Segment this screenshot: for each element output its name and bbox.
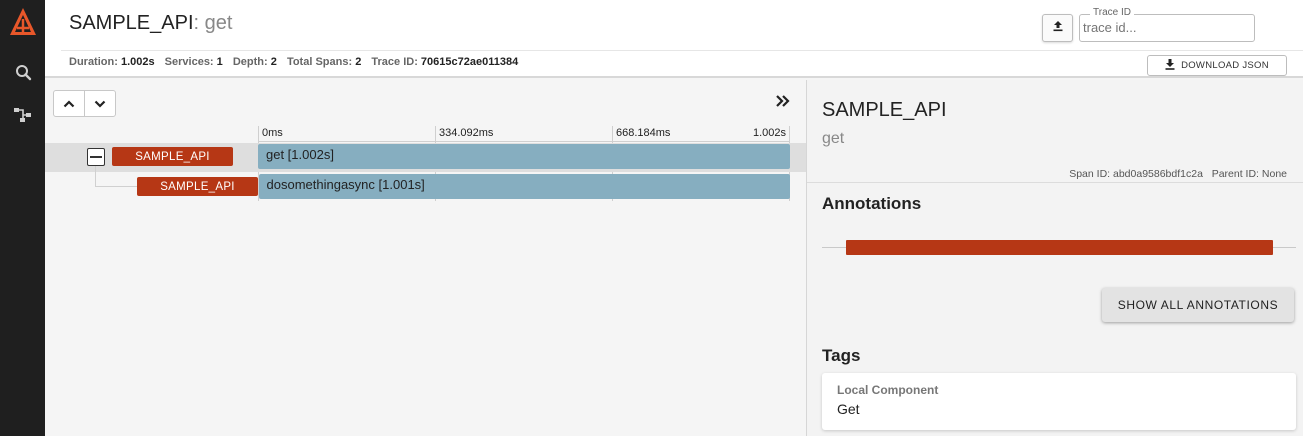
span-ids: Span ID: abd0a9586bdf1c2a Parent ID: Non… bbox=[1069, 168, 1287, 180]
tag-key: Local Component bbox=[837, 383, 939, 397]
toggle-detail-button[interactable] bbox=[772, 94, 794, 112]
parent-id-value: None bbox=[1261, 168, 1287, 180]
show-all-annotations-button[interactable]: SHOW ALL ANNOTATIONS bbox=[1102, 288, 1294, 322]
span-id-value: abd0a9586bdf1c2a bbox=[1113, 168, 1203, 180]
summary-depth-value: 2 bbox=[270, 56, 277, 68]
search-icon[interactable] bbox=[12, 61, 34, 83]
trace-summary: Duration: 1.002s Services: 1 Depth: 2 To… bbox=[69, 56, 525, 68]
summary-services-value: 1 bbox=[216, 56, 223, 68]
collapse-toggle[interactable] bbox=[87, 148, 105, 166]
tree-controls bbox=[53, 90, 116, 117]
chevron-down-icon bbox=[94, 95, 106, 113]
service-tag[interactable]: SAMPLE_API bbox=[137, 177, 258, 196]
side-navigation bbox=[0, 0, 45, 436]
download-icon bbox=[1165, 58, 1175, 73]
span-bar[interactable]: get [1.002s] bbox=[258, 144, 790, 169]
trace-id-field[interactable]: Trace ID bbox=[1079, 7, 1255, 42]
summary-duration-key: Duration: bbox=[69, 56, 118, 68]
title-span-name: get bbox=[204, 12, 233, 34]
span-id-label: Span ID: bbox=[1069, 168, 1111, 180]
summary-duration-value: 1.002s bbox=[120, 56, 155, 68]
upload-json-button[interactable] bbox=[1042, 14, 1073, 42]
summary-services-key: Services: bbox=[164, 56, 214, 68]
tick-label: 668.184ms bbox=[616, 127, 671, 139]
tree-connector bbox=[95, 186, 137, 187]
app: SAMPLE_API: get Trace ID Duration: 1.002… bbox=[0, 0, 1303, 436]
expand-all-button[interactable] bbox=[84, 91, 115, 116]
span-detail-pane: SAMPLE_API get Span ID: abd0a9586bdf1c2a… bbox=[806, 80, 1303, 436]
double-chevron-right-icon bbox=[775, 94, 791, 113]
annotations-heading: Annotations bbox=[822, 194, 922, 213]
timeline-axis bbox=[258, 141, 790, 142]
detail-span-name: get bbox=[822, 130, 845, 147]
tag-value: Get bbox=[837, 401, 860, 417]
service-tag[interactable]: SAMPLE_API bbox=[112, 147, 233, 166]
title-separator: : bbox=[193, 12, 205, 34]
parent-id-label: Parent ID: bbox=[1211, 168, 1259, 180]
collapse-all-button[interactable] bbox=[54, 91, 84, 116]
zipkin-logo-icon[interactable] bbox=[7, 6, 39, 38]
upload-icon bbox=[1052, 19, 1064, 37]
download-json-label: DOWNLOAD JSON bbox=[1181, 60, 1269, 71]
timeline-pane: 0ms 334.092ms 668.184ms 1.002s SAMPLE_AP… bbox=[45, 80, 806, 436]
tick-label: 0ms bbox=[262, 127, 283, 139]
tree-connector bbox=[95, 166, 96, 186]
tag-card: Local Component Get bbox=[822, 373, 1296, 430]
tick-label: 1.002s bbox=[753, 127, 787, 139]
dependencies-icon[interactable] bbox=[12, 104, 34, 126]
summary-total-spans-key: Total Spans: bbox=[286, 56, 353, 68]
trace-header: SAMPLE_API: get Trace ID Duration: 1.002… bbox=[45, 0, 1303, 78]
summary-trace-id-key: Trace ID: bbox=[371, 56, 418, 68]
page-title: SAMPLE_API: get bbox=[69, 12, 232, 35]
download-json-button[interactable]: DOWNLOAD JSON bbox=[1147, 55, 1287, 76]
summary-trace-id-value: 70615c72ae011384 bbox=[420, 56, 519, 68]
trace-id-input[interactable] bbox=[1083, 20, 1251, 35]
chevron-up-icon bbox=[63, 95, 75, 113]
detail-service-name: SAMPLE_API bbox=[822, 99, 947, 121]
tick-label: 334.092ms bbox=[439, 127, 494, 139]
span-bar[interactable]: dosomethingasync [1.001s] bbox=[258, 174, 790, 199]
trace-id-label: Trace ID bbox=[1090, 7, 1134, 18]
header-divider bbox=[61, 50, 1303, 51]
detail-divider bbox=[807, 182, 1303, 183]
tags-heading: Tags bbox=[822, 346, 861, 365]
summary-depth-key: Depth: bbox=[232, 56, 268, 68]
annotation-timeline-bar[interactable] bbox=[846, 240, 1273, 255]
title-service-name: SAMPLE_API bbox=[69, 12, 194, 34]
summary-total-spans-value: 2 bbox=[355, 56, 362, 68]
